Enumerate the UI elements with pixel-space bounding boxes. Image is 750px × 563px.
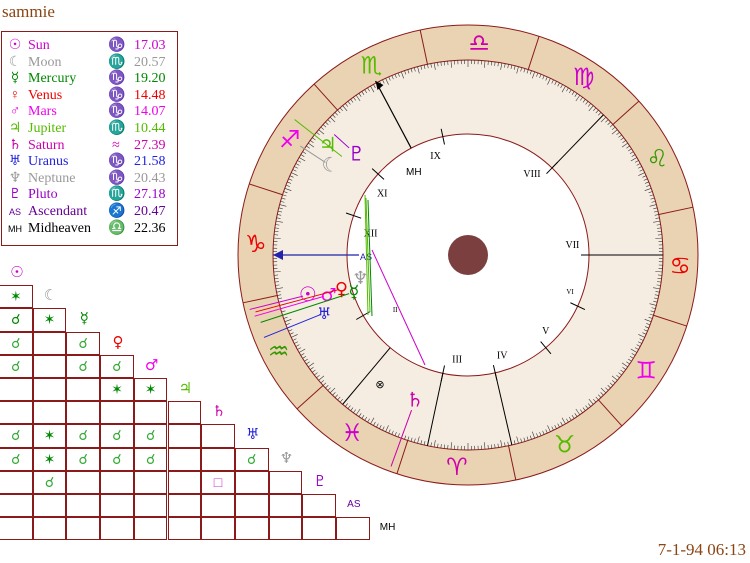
part-of-fortune-icon: ⊗ [375, 378, 384, 391]
zodiac-sign-icon: ♍ [573, 63, 595, 91]
house-label-iii: III [452, 354, 462, 365]
venus-wheel-icon: ♀ [335, 279, 348, 300]
chart-datetime: 7-1-94 06:13 [658, 540, 746, 560]
zodiac-sign-icon: ♓ [342, 419, 364, 447]
neptune-wheel-icon: ♆ [352, 268, 368, 289]
zodiac-sign-icon: ♌ [647, 145, 669, 173]
zodiac-sign-icon: ♊ [635, 357, 657, 385]
moon-wheel-icon: ☾ [321, 153, 339, 177]
uranus-wheel-icon: ♅ [317, 304, 331, 323]
pluto-wheel-icon: ♇ [348, 142, 366, 166]
earth-center [448, 235, 488, 275]
house-label-iv: IV [497, 350, 508, 361]
house-label-ii: II [393, 306, 398, 314]
house-label-v: V [542, 326, 550, 337]
house-label-viii: VIII [523, 169, 540, 180]
zodiac-sign-icon: ♒ [268, 337, 290, 365]
house-label-vi: VI [566, 288, 574, 296]
zodiac-sign-icon: ♎ [468, 29, 490, 57]
midheaven-label: MH [406, 167, 422, 178]
zodiac-sign-icon: ♏ [361, 52, 383, 80]
zodiac-sign-icon: ♈ [446, 453, 468, 481]
house-label-xi: XI [377, 189, 388, 200]
house-label-vii: VII [565, 240, 579, 251]
zodiac-sign-icon: ♉ [554, 430, 576, 458]
house-label-ix: IX [430, 151, 441, 162]
natal-chart-wheel: ♍♌♋♊♉♈♓♒♑♐♏♎IXVIIIVIIVIVIVIIIIIXIIXIMHAS… [0, 0, 750, 562]
zodiac-sign-icon: ♐ [279, 125, 301, 153]
zodiac-sign-icon: ♑ [245, 230, 267, 258]
saturn-wheel-icon: ♄ [406, 388, 424, 412]
zodiac-sign-icon: ♋ [669, 252, 691, 280]
